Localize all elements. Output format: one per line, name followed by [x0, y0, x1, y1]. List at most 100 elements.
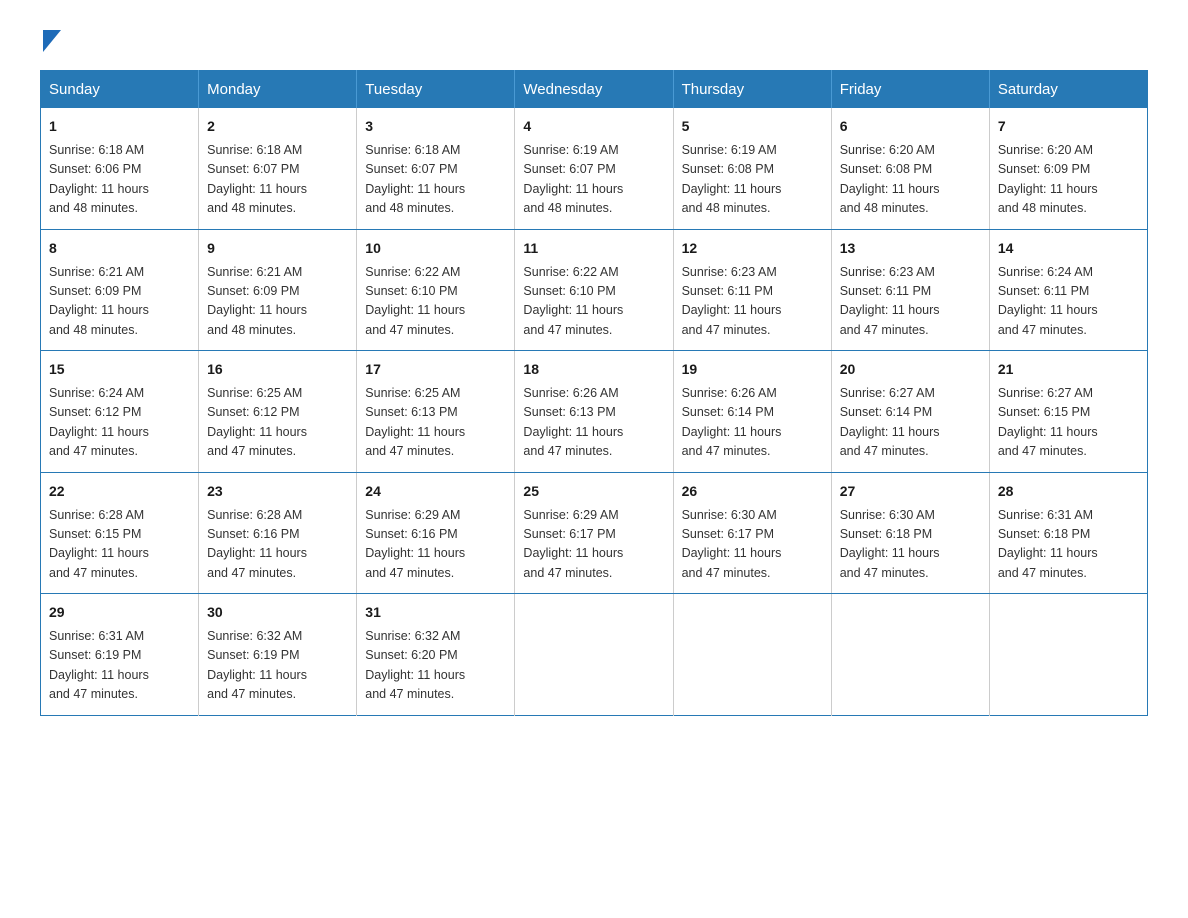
- day-info: Sunrise: 6:18 AMSunset: 6:07 PMDaylight:…: [207, 143, 307, 215]
- day-info: Sunrise: 6:28 AMSunset: 6:16 PMDaylight:…: [207, 508, 307, 580]
- day-info: Sunrise: 6:28 AMSunset: 6:15 PMDaylight:…: [49, 508, 149, 580]
- calendar-header-row: SundayMondayTuesdayWednesdayThursdayFrid…: [41, 71, 1148, 109]
- day-info: Sunrise: 6:23 AMSunset: 6:11 PMDaylight:…: [840, 265, 940, 337]
- calendar-cell: 10 Sunrise: 6:22 AMSunset: 6:10 PMDayligh…: [357, 229, 515, 351]
- calendar-cell: 2Sunrise: 6:18 AMSunset: 6:07 PMDaylight…: [199, 108, 357, 229]
- calendar-cell: 18 Sunrise: 6:26 AMSunset: 6:13 PMDayligh…: [515, 351, 673, 473]
- calendar-cell: 5 Sunrise: 6:19 AMSunset: 6:08 PMDaylight…: [673, 108, 831, 229]
- day-number: 17: [365, 359, 506, 380]
- day-number: 3: [365, 116, 506, 137]
- day-info: Sunrise: 6:20 AMSunset: 6:08 PMDaylight:…: [840, 143, 940, 215]
- calendar-cell: 14Sunrise: 6:24 AMSunset: 6:11 PMDayligh…: [989, 229, 1147, 351]
- calendar-cell: 17 Sunrise: 6:25 AMSunset: 6:13 PMDayligh…: [357, 351, 515, 473]
- day-info: Sunrise: 6:32 AMSunset: 6:20 PMDaylight:…: [365, 629, 465, 701]
- day-info: Sunrise: 6:30 AMSunset: 6:18 PMDaylight:…: [840, 508, 940, 580]
- column-header-wednesday: Wednesday: [515, 71, 673, 109]
- calendar-cell: 26 Sunrise: 6:30 AMSunset: 6:17 PMDayligh…: [673, 472, 831, 594]
- day-info: Sunrise: 6:22 AMSunset: 6:10 PMDaylight:…: [523, 265, 623, 337]
- calendar-cell: 9 Sunrise: 6:21 AMSunset: 6:09 PMDaylight…: [199, 229, 357, 351]
- calendar-week-row: 22 Sunrise: 6:28 AMSunset: 6:15 PMDayligh…: [41, 472, 1148, 594]
- day-info: Sunrise: 6:18 AMSunset: 6:07 PMDaylight:…: [365, 143, 465, 215]
- day-number: 20: [840, 359, 981, 380]
- column-header-monday: Monday: [199, 71, 357, 109]
- day-number: 5: [682, 116, 823, 137]
- day-number: 18: [523, 359, 664, 380]
- day-info: Sunrise: 6:27 AMSunset: 6:14 PMDaylight:…: [840, 386, 940, 458]
- day-info: Sunrise: 6:29 AMSunset: 6:17 PMDaylight:…: [523, 508, 623, 580]
- column-header-tuesday: Tuesday: [357, 71, 515, 109]
- day-number: 1: [49, 116, 190, 137]
- calendar-cell: 31 Sunrise: 6:32 AMSunset: 6:20 PMDayligh…: [357, 594, 515, 716]
- day-number: 7: [998, 116, 1139, 137]
- day-number: 4: [523, 116, 664, 137]
- day-info: Sunrise: 6:24 AMSunset: 6:12 PMDaylight:…: [49, 386, 149, 458]
- day-number: 26: [682, 481, 823, 502]
- day-number: 13: [840, 238, 981, 259]
- column-header-saturday: Saturday: [989, 71, 1147, 109]
- day-info: Sunrise: 6:19 AMSunset: 6:08 PMDaylight:…: [682, 143, 782, 215]
- day-number: 14: [998, 238, 1139, 259]
- calendar-cell: 8Sunrise: 6:21 AMSunset: 6:09 PMDaylight…: [41, 229, 199, 351]
- calendar-cell: 22 Sunrise: 6:28 AMSunset: 6:15 PMDayligh…: [41, 472, 199, 594]
- calendar-cell: 28 Sunrise: 6:31 AMSunset: 6:18 PMDayligh…: [989, 472, 1147, 594]
- day-number: 22: [49, 481, 190, 502]
- calendar-cell: 23 Sunrise: 6:28 AMSunset: 6:16 PMDayligh…: [199, 472, 357, 594]
- calendar-cell: 19 Sunrise: 6:26 AMSunset: 6:14 PMDayligh…: [673, 351, 831, 473]
- day-number: 25: [523, 481, 664, 502]
- day-info: Sunrise: 6:22 AMSunset: 6:10 PMDaylight:…: [365, 265, 465, 337]
- day-info: Sunrise: 6:26 AMSunset: 6:14 PMDaylight:…: [682, 386, 782, 458]
- day-number: 31: [365, 602, 506, 623]
- day-info: Sunrise: 6:31 AMSunset: 6:18 PMDaylight:…: [998, 508, 1098, 580]
- calendar-cell: 3 Sunrise: 6:18 AMSunset: 6:07 PMDaylight…: [357, 108, 515, 229]
- day-info: Sunrise: 6:23 AMSunset: 6:11 PMDaylight:…: [682, 265, 782, 337]
- calendar-table: SundayMondayTuesdayWednesdayThursdayFrid…: [40, 70, 1148, 716]
- column-header-sunday: Sunday: [41, 71, 199, 109]
- day-number: 28: [998, 481, 1139, 502]
- day-number: 10: [365, 238, 506, 259]
- day-number: 27: [840, 481, 981, 502]
- day-number: 15: [49, 359, 190, 380]
- day-info: Sunrise: 6:25 AMSunset: 6:13 PMDaylight:…: [365, 386, 465, 458]
- calendar-cell: 13 Sunrise: 6:23 AMSunset: 6:11 PMDayligh…: [831, 229, 989, 351]
- calendar-cell: 24Sunrise: 6:29 AMSunset: 6:16 PMDayligh…: [357, 472, 515, 594]
- day-info: Sunrise: 6:18 AMSunset: 6:06 PMDaylight:…: [49, 143, 149, 215]
- day-info: Sunrise: 6:25 AMSunset: 6:12 PMDaylight:…: [207, 386, 307, 458]
- calendar-week-row: 15 Sunrise: 6:24 AMSunset: 6:12 PMDayligh…: [41, 351, 1148, 473]
- day-info: Sunrise: 6:26 AMSunset: 6:13 PMDaylight:…: [523, 386, 623, 458]
- day-number: 9: [207, 238, 348, 259]
- day-number: 21: [998, 359, 1139, 380]
- day-info: Sunrise: 6:32 AMSunset: 6:19 PMDaylight:…: [207, 629, 307, 701]
- day-number: 11: [523, 238, 664, 259]
- logo-triangle-icon: [43, 30, 61, 52]
- column-header-thursday: Thursday: [673, 71, 831, 109]
- calendar-cell: 29Sunrise: 6:31 AMSunset: 6:19 PMDayligh…: [41, 594, 199, 716]
- logo: [40, 30, 61, 50]
- calendar-cell: [831, 594, 989, 716]
- calendar-cell: [673, 594, 831, 716]
- day-info: Sunrise: 6:20 AMSunset: 6:09 PMDaylight:…: [998, 143, 1098, 215]
- calendar-cell: 12 Sunrise: 6:23 AMSunset: 6:11 PMDayligh…: [673, 229, 831, 351]
- calendar-cell: 1 Sunrise: 6:18 AMSunset: 6:06 PMDaylight…: [41, 108, 199, 229]
- day-number: 30: [207, 602, 348, 623]
- calendar-cell: [989, 594, 1147, 716]
- day-number: 24: [365, 481, 506, 502]
- calendar-cell: 16 Sunrise: 6:25 AMSunset: 6:12 PMDayligh…: [199, 351, 357, 473]
- calendar-cell: 11 Sunrise: 6:22 AMSunset: 6:10 PMDayligh…: [515, 229, 673, 351]
- calendar-week-row: 1 Sunrise: 6:18 AMSunset: 6:06 PMDaylight…: [41, 108, 1148, 229]
- day-number: 29: [49, 602, 190, 623]
- calendar-cell: 4Sunrise: 6:19 AMSunset: 6:07 PMDaylight…: [515, 108, 673, 229]
- calendar-week-row: 29Sunrise: 6:31 AMSunset: 6:19 PMDayligh…: [41, 594, 1148, 716]
- calendar-cell: 15 Sunrise: 6:24 AMSunset: 6:12 PMDayligh…: [41, 351, 199, 473]
- day-number: 12: [682, 238, 823, 259]
- calendar-cell: [515, 594, 673, 716]
- day-number: 16: [207, 359, 348, 380]
- day-info: Sunrise: 6:30 AMSunset: 6:17 PMDaylight:…: [682, 508, 782, 580]
- calendar-cell: 27 Sunrise: 6:30 AMSunset: 6:18 PMDayligh…: [831, 472, 989, 594]
- calendar-cell: 20 Sunrise: 6:27 AMSunset: 6:14 PMDayligh…: [831, 351, 989, 473]
- page-header: [40, 30, 1148, 50]
- day-number: 19: [682, 359, 823, 380]
- calendar-cell: 21Sunrise: 6:27 AMSunset: 6:15 PMDayligh…: [989, 351, 1147, 473]
- day-number: 23: [207, 481, 348, 502]
- day-info: Sunrise: 6:21 AMSunset: 6:09 PMDaylight:…: [207, 265, 307, 337]
- calendar-cell: 25 Sunrise: 6:29 AMSunset: 6:17 PMDayligh…: [515, 472, 673, 594]
